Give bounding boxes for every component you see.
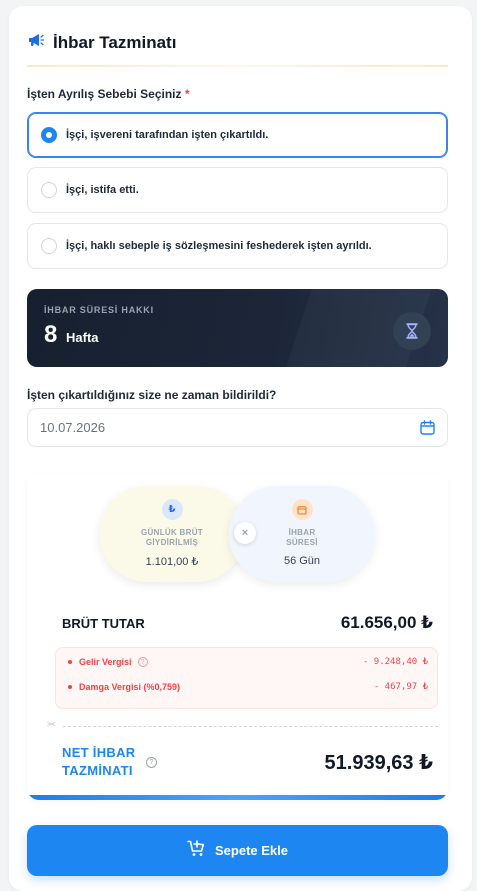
notice-days-label: İHBAR SÜRESİ (286, 528, 318, 548)
megaphone-icon (27, 32, 45, 53)
page-title: İhbar Tazminatı (53, 32, 177, 52)
info-icon[interactable]: ? (137, 657, 148, 667)
header: İhbar Tazminatı (27, 32, 176, 53)
radio-unselected[interactable] (41, 182, 57, 198)
tax-amount: - 9.248,40 ₺ (362, 657, 428, 667)
option-label: İşçi, işvereni tarafından işten çıkartıl… (66, 129, 269, 141)
lira-icon: ₺ (161, 499, 183, 520)
hourglass-icon (393, 312, 431, 350)
date-value[interactable]: 10.07.2026 (40, 420, 105, 435)
net-value: 51.939,63 ₺ (324, 752, 433, 774)
required-mark: * (184, 87, 190, 101)
notice-days-label-1: İHBAR (288, 528, 316, 537)
tax-row-income: Gelir Vergisi ? - 9.248,40 ₺ (68, 657, 428, 667)
net-label-2: TAZMİNATI (62, 763, 133, 778)
tax-deductions: Gelir Vergisi ? - 9.248,40 ₺ Damga Vergi… (55, 647, 438, 709)
notice-period-label: İHBAR SÜRESİ HAKKI (44, 305, 154, 315)
gross-label: BRÜT TUTAR (62, 616, 145, 631)
add-to-cart-label: Sepete Ekle (215, 843, 288, 858)
date-input[interactable]: 10.07.2026 (27, 408, 448, 447)
cart-plus-icon (187, 839, 205, 862)
daily-wage-label-2: GİYDİRİLMİŞ (145, 538, 199, 547)
daily-wage-bubble: ₺ GÜNLÜK BRÜT GİYDİRİLMİŞ 1.101,00 ₺ (99, 486, 245, 582)
daily-wage-label-1: GÜNLÜK BRÜT (141, 528, 203, 537)
info-icon[interactable]: ? (146, 757, 157, 768)
notice-period-value: 8 (44, 321, 58, 348)
option-label: İşçi, istifa etti. (66, 184, 139, 196)
daily-wage-value: 1.101,00 ₺ (145, 556, 199, 568)
bullet (68, 685, 72, 689)
notice-period-card: İHBAR SÜRESİ HAKKI 8 Hafta (27, 289, 448, 367)
net-label: NET İHBAR TAZMİNATI (62, 744, 135, 780)
reason-option-resigned[interactable]: İşçi, istifa etti. (27, 167, 448, 213)
calendar-icon (291, 499, 313, 520)
option-label: İşçi, haklı sebeple iş sözleşmesini fesh… (66, 240, 372, 252)
bullet (68, 660, 72, 664)
tax-amount: - 467,97 ₺ (373, 682, 428, 692)
date-label: İşten çıkartıldığınız size ne zaman bild… (27, 388, 277, 402)
notice-days-label-2: SÜRESİ (286, 538, 318, 547)
notice-days-value: 56 Gün (283, 555, 321, 567)
header-divider (27, 65, 448, 67)
reason-option-fired[interactable]: İşçi, işvereni tarafından işten çıkartıl… (27, 112, 448, 158)
daily-wage-label: GÜNLÜK BRÜT GİYDİRİLMİŞ (141, 528, 203, 548)
add-to-cart-button[interactable]: Sepete Ekle (27, 825, 448, 876)
reason-label-text: İşten Ayrılış Sebebi Seçiniz (27, 87, 182, 101)
scissors-icon: ✂ (47, 719, 57, 731)
tax-name: Damga Vergisi (%0,759) (79, 682, 181, 692)
radio-selected[interactable] (41, 127, 57, 143)
calculator-card: İhbar Tazminatı İşten Ayrılış Sebebi Seç… (9, 6, 472, 891)
net-label-1: NET İHBAR (62, 745, 136, 760)
calendar-icon[interactable] (420, 420, 435, 440)
notice-period-unit: Hafta (66, 330, 99, 345)
gross-value: 61.656,00 ₺ (340, 613, 433, 632)
multiply-icon: × (234, 522, 256, 544)
tax-name: Gelir Vergisi (79, 657, 132, 667)
cut-divider (63, 726, 438, 727)
reason-option-just-cause[interactable]: İşçi, haklı sebeple iş sözleşmesini fesh… (27, 223, 448, 269)
tax-row-stamp: Damga Vergisi (%0,759) - 467,97 ₺ (68, 682, 428, 692)
radio-unselected[interactable] (41, 238, 57, 254)
reason-label: İşten Ayrılış Sebebi Seçiniz * (27, 87, 190, 101)
result-card: ₺ GÜNLÜK BRÜT GİYDİRİLMİŞ 1.101,00 ₺ İHB… (27, 474, 448, 800)
result-card-accent (27, 795, 448, 800)
